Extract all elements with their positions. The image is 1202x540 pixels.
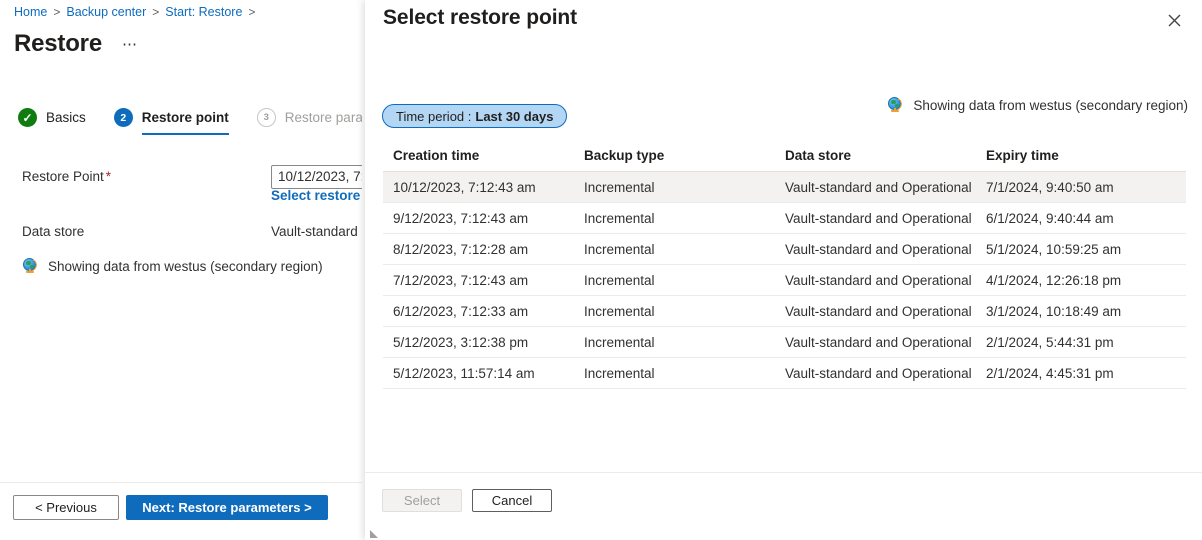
next-restore-parameters-button[interactable]: Next: Restore parameters > bbox=[126, 495, 328, 520]
restore-point-backup-type: Incremental bbox=[584, 366, 785, 381]
restore-point-backup-type: Incremental bbox=[584, 335, 785, 350]
breadcrumb-separator: > bbox=[53, 5, 60, 19]
restore-point-backup-type: Incremental bbox=[584, 211, 785, 226]
restore-point-data-store: Vault-standard and Operational bbox=[785, 304, 986, 319]
restore-point-creation-time: 5/12/2023, 11:57:14 am bbox=[383, 366, 584, 381]
restore-point-backup-type: Incremental bbox=[584, 304, 785, 319]
restore-point-expiry-time: 7/1/2024, 9:40:50 am bbox=[986, 180, 1186, 195]
wizard-step-basics[interactable]: ✓ Basics bbox=[18, 108, 86, 135]
table-header-row: Creation time Backup type Data store Exp… bbox=[383, 140, 1186, 172]
breadcrumb-item-home[interactable]: Home bbox=[14, 5, 47, 19]
restore-point-data-store: Vault-standard and Operational bbox=[785, 180, 986, 195]
restore-wizard-page: Home > Backup center > Start: Restore > … bbox=[0, 0, 362, 540]
wizard-footer: < Previous Next: Restore parameters > bbox=[0, 482, 362, 540]
restore-point-expiry-time: 2/1/2024, 4:45:31 pm bbox=[986, 366, 1186, 381]
table-row[interactable]: 7/12/2023, 7:12:43 amIncrementalVault-st… bbox=[383, 265, 1186, 296]
restore-point-expiry-time: 6/1/2024, 9:40:44 am bbox=[986, 211, 1186, 226]
cancel-button[interactable]: Cancel bbox=[472, 489, 552, 512]
more-actions-icon[interactable]: ⋯ bbox=[122, 35, 139, 53]
restore-point-backup-type: Incremental bbox=[584, 273, 785, 288]
page-title-row: Restore ⋯ bbox=[14, 30, 138, 58]
page-title: Restore bbox=[14, 30, 102, 58]
restore-point-creation-time: 6/12/2023, 7:12:33 am bbox=[383, 304, 584, 319]
breadcrumb: Home > Backup center > Start: Restore > bbox=[14, 5, 261, 19]
time-period-filter-key: Time period : bbox=[396, 109, 471, 124]
column-header-backup-type[interactable]: Backup type bbox=[584, 148, 785, 163]
restore-point-data-store: Vault-standard and Operational bbox=[785, 211, 986, 226]
restore-point-input[interactable]: 10/12/2023, 7:12:43 am bbox=[271, 165, 362, 189]
column-header-data-store[interactable]: Data store bbox=[785, 148, 986, 163]
restore-point-expiry-time: 4/1/2024, 12:26:18 pm bbox=[986, 273, 1186, 288]
restore-point-expiry-time: 3/1/2024, 10:18:49 am bbox=[986, 304, 1186, 319]
restore-point-creation-time: 5/12/2023, 3:12:38 pm bbox=[383, 335, 584, 350]
previous-button[interactable]: < Previous bbox=[13, 495, 119, 520]
table-row[interactable]: 6/12/2023, 7:12:33 amIncrementalVault-st… bbox=[383, 296, 1186, 327]
restore-point-creation-time: 9/12/2023, 7:12:43 am bbox=[383, 211, 584, 226]
close-icon[interactable] bbox=[1162, 8, 1186, 32]
breadcrumb-separator: > bbox=[152, 5, 159, 19]
restore-point-backup-type: Incremental bbox=[584, 242, 785, 257]
required-indicator: * bbox=[106, 169, 111, 184]
wizard-step-label: Restore point bbox=[142, 110, 229, 125]
time-period-filter-pill[interactable]: Time period : Last 30 days bbox=[382, 104, 567, 128]
column-header-expiry-time[interactable]: Expiry time bbox=[986, 148, 1186, 163]
step-number-badge: 2 bbox=[114, 108, 133, 127]
panel-region-note: Showing data from westus (secondary regi… bbox=[887, 97, 1188, 114]
wizard-region-note-label: Showing data from westus (secondary regi… bbox=[48, 259, 323, 274]
restore-point-backup-type: Incremental bbox=[584, 180, 785, 195]
breadcrumb-item-start-restore[interactable]: Start: Restore bbox=[165, 5, 242, 19]
panel-footer-divider bbox=[365, 472, 1202, 473]
breadcrumb-separator: > bbox=[248, 5, 255, 19]
restore-point-creation-time: 10/12/2023, 7:12:43 am bbox=[383, 180, 584, 195]
restore-point-label: Restore Point* bbox=[22, 169, 111, 184]
globe-icon bbox=[887, 97, 904, 114]
restore-point-expiry-time: 2/1/2024, 5:44:31 pm bbox=[986, 335, 1186, 350]
restore-point-data-store: Vault-standard and Operational bbox=[785, 335, 986, 350]
restore-point-data-store: Vault-standard and Operational bbox=[785, 366, 986, 381]
table-row[interactable]: 9/12/2023, 7:12:43 amIncrementalVault-st… bbox=[383, 203, 1186, 234]
column-header-creation-time[interactable]: Creation time bbox=[383, 148, 584, 163]
panel-title: Select restore point bbox=[383, 6, 577, 30]
wizard-region-note: Showing data from westus (secondary regi… bbox=[22, 258, 323, 275]
app-root: Home > Backup center > Start: Restore > … bbox=[0, 0, 1202, 540]
table-row[interactable]: 10/12/2023, 7:12:43 amIncrementalVault-s… bbox=[383, 172, 1186, 203]
restore-point-label-text: Restore Point bbox=[22, 169, 104, 184]
select-restore-point-panel: Select restore point Time period : Last … bbox=[365, 0, 1202, 540]
select-button[interactable]: Select bbox=[382, 489, 462, 512]
breadcrumb-item-backup-center[interactable]: Backup center bbox=[66, 5, 146, 19]
table-row[interactable]: 8/12/2023, 7:12:28 amIncrementalVault-st… bbox=[383, 234, 1186, 265]
wizard-steps: ✓ Basics 2 Restore point 3 Restore param… bbox=[18, 108, 362, 135]
wizard-step-label: Restore parameters bbox=[285, 110, 362, 125]
data-store-value: Vault-standard and Operational bbox=[271, 224, 362, 239]
panel-resize-grip[interactable] bbox=[370, 530, 378, 538]
restore-point-expiry-time: 5/1/2024, 10:59:25 am bbox=[986, 242, 1186, 257]
panel-region-note-label: Showing data from westus (secondary regi… bbox=[913, 98, 1188, 113]
restore-point-creation-time: 8/12/2023, 7:12:28 am bbox=[383, 242, 584, 257]
restore-point-creation-time: 7/12/2023, 7:12:43 am bbox=[383, 273, 584, 288]
table-body: 10/12/2023, 7:12:43 amIncrementalVault-s… bbox=[383, 172, 1186, 389]
table-row[interactable]: 5/12/2023, 11:57:14 amIncrementalVault-s… bbox=[383, 358, 1186, 389]
time-period-filter-value: Last 30 days bbox=[475, 109, 553, 124]
restore-point-data-store: Vault-standard and Operational bbox=[785, 273, 986, 288]
select-restore-point-link[interactable]: Select restore point bbox=[271, 188, 362, 203]
check-icon: ✓ bbox=[18, 108, 37, 127]
step-number-badge: 3 bbox=[257, 108, 276, 127]
wizard-step-label: Basics bbox=[46, 110, 86, 125]
restore-point-data-store: Vault-standard and Operational bbox=[785, 242, 986, 257]
restore-points-table: Creation time Backup type Data store Exp… bbox=[383, 140, 1186, 389]
wizard-step-restore-point[interactable]: 2 Restore point bbox=[114, 108, 229, 135]
globe-icon bbox=[22, 258, 39, 275]
wizard-step-restore-parameters[interactable]: 3 Restore parameters bbox=[257, 108, 362, 135]
table-row[interactable]: 5/12/2023, 3:12:38 pmIncrementalVault-st… bbox=[383, 327, 1186, 358]
data-store-label: Data store bbox=[22, 224, 84, 239]
